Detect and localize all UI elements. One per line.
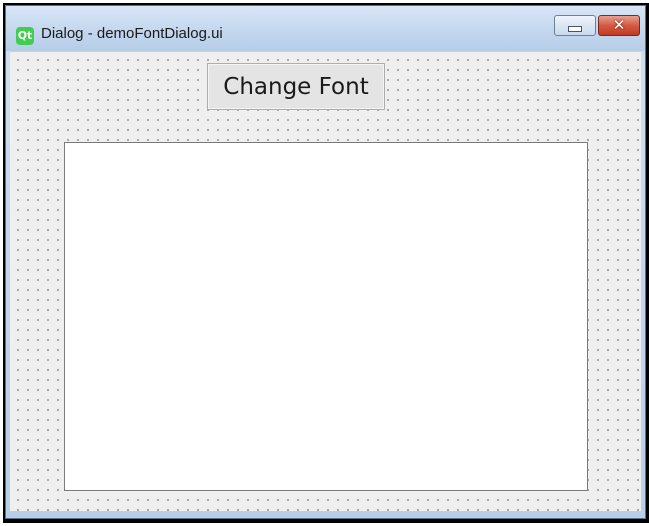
close-icon: ✕ [612, 16, 626, 34]
dialog-form-canvas: Change Font [10, 51, 641, 511]
dialog-window: Qt Dialog - demoFontDialog.ui ✕ Change F… [5, 5, 646, 519]
change-font-button[interactable]: Change Font [207, 63, 385, 110]
close-button[interactable]: ✕ [598, 15, 640, 36]
minimize-button[interactable] [554, 15, 596, 36]
qt-icon: Qt [16, 27, 34, 45]
title-bar[interactable]: Qt Dialog - demoFontDialog.ui ✕ [6, 6, 645, 51]
text-edit[interactable] [64, 142, 588, 491]
window-title: Dialog - demoFontDialog.ui [41, 25, 223, 42]
minimize-icon [568, 25, 582, 32]
